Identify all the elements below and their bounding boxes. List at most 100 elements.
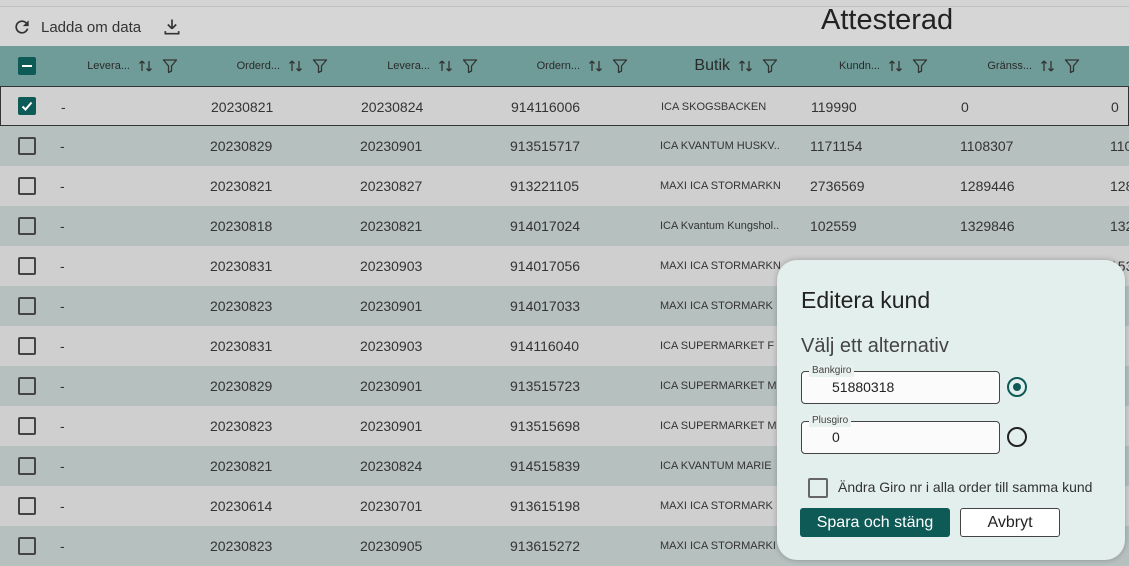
table-cell: ICA Kvantum Kungshol...: [660, 220, 780, 232]
column-header[interactable]: Gränss...: [960, 46, 1080, 86]
table-cell: 1108307: [960, 138, 1014, 154]
row-checkbox[interactable]: [18, 537, 36, 555]
table-cell: ICA SUPERMARKET M: [660, 420, 777, 432]
table-cell: 20230824: [361, 99, 424, 115]
table-cell: 20230818: [210, 218, 273, 234]
table-cell: 0: [1111, 99, 1119, 115]
filter-icon[interactable]: [1064, 58, 1080, 74]
table-cell: MAXI ICA STORMARK: [660, 500, 773, 512]
table-cell: 914017024: [510, 218, 581, 234]
table-cell: 914017056: [510, 258, 581, 274]
table-cell: -: [60, 258, 65, 274]
row-checkbox[interactable]: [18, 137, 36, 155]
table-cell: 20230901: [360, 138, 423, 154]
row-checkbox[interactable]: [18, 97, 36, 115]
table-cell: MAXI ICA STORMARKI: [660, 540, 776, 552]
plusgiro-radio[interactable]: [1007, 427, 1027, 447]
table-cell: 20230821: [211, 99, 274, 115]
table-cell: -: [60, 378, 65, 394]
apply-all-label: Ändra Giro nr i alla order till samma ku…: [838, 479, 1093, 495]
apply-all-checkbox[interactable]: [808, 478, 828, 498]
table-cell: 913221105: [510, 178, 580, 194]
sort-icon[interactable]: [438, 58, 454, 74]
dialog-title: Editera kund: [801, 287, 931, 313]
table-cell: 913515723: [510, 378, 581, 394]
download-icon: [164, 19, 180, 35]
column-header[interactable]: Ordern...: [510, 46, 628, 86]
plusgiro-label: Plusgiro: [809, 415, 852, 427]
table-cell: -: [60, 298, 65, 314]
table-row[interactable]: - 20230821 20230827 913221105 MAXI ICA STORM…: [0, 166, 1129, 206]
plusgiro-input[interactable]: [832, 427, 982, 447]
row-checkbox[interactable]: [18, 177, 36, 195]
table-cell: 20230905: [360, 538, 423, 554]
column-header[interactable]: Orderd...: [210, 46, 328, 86]
bankgiro-radio[interactable]: [1007, 377, 1027, 397]
reload-data-button[interactable]: Ladda om data: [12, 16, 141, 38]
table-cell: MAXI ICA STORMARKN: [660, 260, 780, 272]
column-header[interactable]: Butik: [660, 46, 778, 86]
column-header[interactable]: Kundn...: [810, 46, 928, 86]
sort-icon[interactable]: [588, 58, 604, 74]
table-cell: 913615272: [510, 538, 581, 554]
row-checkbox[interactable]: [18, 257, 36, 275]
filter-icon[interactable]: [762, 58, 778, 74]
row-checkbox[interactable]: [18, 337, 36, 355]
filter-icon[interactable]: [162, 58, 178, 74]
filter-icon[interactable]: [612, 58, 628, 74]
column-header-label: Gränss...: [987, 60, 1032, 72]
table-cell: 20230903: [360, 258, 423, 274]
refresh-icon: [15, 20, 29, 34]
select-all-checkbox[interactable]: [18, 57, 36, 75]
sort-icon[interactable]: [138, 58, 154, 74]
table-cell: -: [60, 338, 65, 354]
column-header-label: Levera...: [387, 60, 430, 72]
table-row[interactable]: - 20230829 20230901 913515717 ICA KVANTUM HU…: [0, 126, 1129, 166]
column-header-label: Levera...: [87, 60, 130, 72]
table-cell: 1171154: [810, 138, 863, 154]
sort-icon[interactable]: [288, 58, 304, 74]
save-and-close-button[interactable]: Spara och stäng: [800, 508, 950, 537]
sort-icon[interactable]: [888, 58, 904, 74]
column-header-label: Orderd...: [236, 60, 280, 72]
table-cell: 914515839: [510, 458, 581, 474]
table-cell: 20230901: [360, 298, 423, 314]
table-cell: 20230829: [210, 138, 273, 154]
filter-icon[interactable]: [912, 58, 928, 74]
table-cell: -: [60, 458, 65, 474]
table-cell: -: [61, 99, 66, 115]
table-row[interactable]: - 20230818 20230821 914017024 ICA Kvantum Ku…: [0, 206, 1129, 246]
table-header: Levera... Orderd... Levera... Ordern... Buti…: [0, 46, 1129, 86]
row-checkbox[interactable]: [18, 497, 36, 515]
table-cell: ICA KVANTUM HUSKV...: [660, 140, 780, 152]
filter-icon[interactable]: [312, 58, 328, 74]
app: Ladda om data Attesterad Levera... Orderd…: [0, 0, 1129, 566]
row-checkbox[interactable]: [18, 457, 36, 475]
table-cell: 913515698: [510, 418, 581, 434]
table-cell: 20230821: [210, 458, 273, 474]
cancel-button[interactable]: Avbryt: [960, 508, 1060, 537]
column-header[interactable]: Levera...: [360, 46, 478, 86]
table-cell: 913615198: [510, 498, 581, 514]
page-title: Attesterad: [821, 4, 954, 36]
download-button[interactable]: [162, 17, 182, 37]
table-cell: -: [60, 538, 65, 554]
table-cell: 20230823: [210, 418, 273, 434]
row-checkbox[interactable]: [18, 217, 36, 235]
sort-icon[interactable]: [1040, 58, 1056, 74]
table-cell: 1289446: [960, 178, 1015, 194]
table-cell: 20230901: [360, 378, 423, 394]
sort-icon[interactable]: [738, 58, 754, 74]
table-cell: 20230701: [360, 498, 423, 514]
row-checkbox[interactable]: [18, 377, 36, 395]
table-cell: ICA SUPERMARKET F: [660, 340, 775, 352]
bankgiro-input[interactable]: [832, 377, 982, 397]
filter-icon[interactable]: [462, 58, 478, 74]
table-row[interactable]: - 20230821 20230824 914116006 ICA SKOGSBACKE…: [0, 86, 1129, 126]
table-cell: -: [60, 178, 65, 194]
column-header-label: Butik: [694, 57, 730, 74]
table-cell: 20230903: [360, 338, 423, 354]
row-checkbox[interactable]: [18, 417, 36, 435]
column-header[interactable]: Levera...: [60, 46, 178, 86]
row-checkbox[interactable]: [18, 297, 36, 315]
